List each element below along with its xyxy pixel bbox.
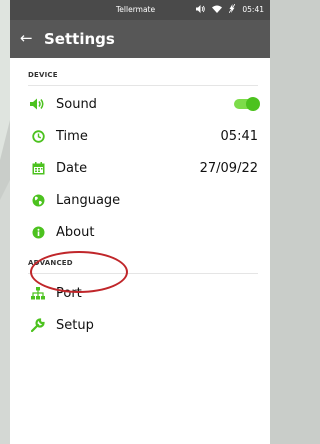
volume-icon [196,4,206,15]
settings-item-sound[interactable]: Sound [28,88,260,120]
settings-item-date[interactable]: Date 27/09/22 [28,152,258,184]
clock-icon [28,128,48,144]
settings-item-label: About [56,224,95,240]
status-time: 05:41 [242,5,264,14]
carrier-name: Tellermate [116,5,156,14]
sound-toggle[interactable] [234,97,260,111]
settings-item-setup[interactable]: Setup [28,309,258,341]
date-value: 27/09/22 [199,160,258,176]
volume-icon [28,96,48,112]
divider [28,85,258,86]
time-value: 05:41 [220,128,258,144]
wifi-icon [212,5,223,15]
settings-item-label: Date [56,160,88,176]
calendar-icon [28,160,48,176]
toggle-knob [246,97,260,111]
settings-item-label: Time [56,128,88,144]
globe-icon [28,192,48,208]
info-icon [28,224,48,240]
arrow-left-icon[interactable]: ← [20,29,33,47]
app-bar: ← Settings [10,20,270,58]
settings-item-about[interactable]: About [28,216,258,248]
page-title: Settings [44,30,115,48]
wrench-icon [28,317,48,333]
settings-item-label: Language [56,192,121,208]
status-bar: Tellermate 05:41 [10,0,270,20]
settings-item-language[interactable]: Language [28,184,258,216]
highlight-circle [30,251,128,293]
settings-screen: Tellermate 05:41 ← Settings DEVICE Sound [10,0,270,444]
status-icons: 05:41 [196,3,264,15]
settings-item-label: Sound [56,96,97,112]
settings-item-time[interactable]: Time 05:41 [28,120,258,152]
settings-item-label: Setup [56,317,94,333]
no-charge-icon [229,3,236,15]
section-header-device: DEVICE [28,71,58,79]
